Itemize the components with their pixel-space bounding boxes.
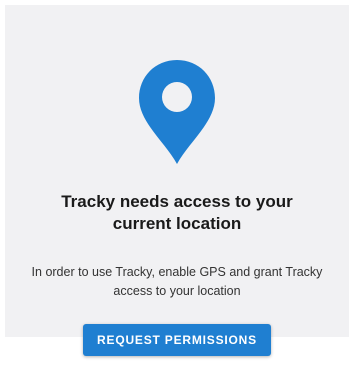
request-permissions-button[interactable]: REQUEST PERMISSIONS <box>83 324 271 356</box>
button-row: REQUEST PERMISSIONS <box>5 324 349 356</box>
location-pin-container <box>5 58 349 166</box>
permission-description: In order to use Tracky, enable GPS and g… <box>31 265 323 298</box>
location-pin-icon <box>139 60 215 164</box>
permission-card: Tracky needs access to your current loca… <box>5 5 349 356</box>
permission-title: Tracky needs access to your current loca… <box>61 192 293 233</box>
